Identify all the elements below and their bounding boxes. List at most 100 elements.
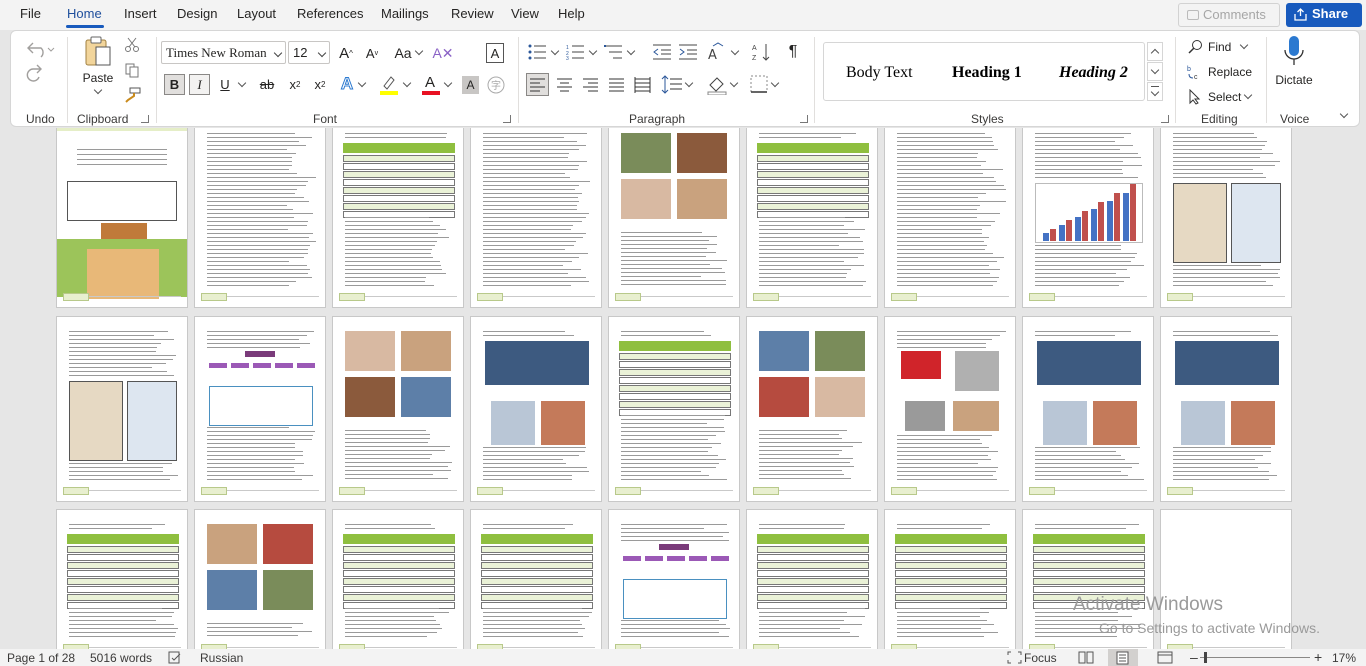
chevron-down-icon[interactable] xyxy=(443,78,453,88)
style-heading-1[interactable]: Heading 1 xyxy=(952,64,1022,82)
zoom-slider-thumb[interactable] xyxy=(1204,652,1208,663)
font-size-box[interactable]: 12 xyxy=(288,41,330,64)
word-count[interactable]: 5016 words xyxy=(90,651,152,665)
page-thumbnail[interactable] xyxy=(56,316,188,502)
redo-icon[interactable] xyxy=(25,63,45,83)
menu-references[interactable]: References xyxy=(297,6,363,21)
document-pages-view[interactable] xyxy=(0,128,1366,649)
font-launcher-icon[interactable] xyxy=(503,115,511,123)
show-formatting-marks-icon[interactable]: ¶ xyxy=(784,42,802,62)
zoom-in-button[interactable]: + xyxy=(1314,649,1322,665)
underline-button[interactable]: U xyxy=(216,74,234,95)
page-thumbnail[interactable] xyxy=(56,509,188,649)
decrease-indent-icon[interactable] xyxy=(653,44,671,60)
font-color-icon[interactable]: A xyxy=(422,74,440,96)
styles-scroll-down-button[interactable] xyxy=(1147,62,1163,81)
align-left-button[interactable] xyxy=(526,73,549,96)
paragraph-launcher-icon[interactable] xyxy=(800,115,808,123)
page-thumbnail[interactable] xyxy=(884,316,1016,502)
web-layout-icon[interactable] xyxy=(1157,651,1173,664)
shrink-font-icon[interactable]: Av xyxy=(362,43,382,63)
comments-button[interactable]: Comments xyxy=(1178,3,1280,27)
proofing-icon[interactable] xyxy=(168,651,182,664)
page-thumbnail[interactable] xyxy=(608,128,740,308)
text-effects-box-icon[interactable]: A xyxy=(486,43,504,63)
superscript-button[interactable]: x2 xyxy=(311,74,329,95)
styles-more-button[interactable] xyxy=(1147,82,1163,101)
borders-icon[interactable] xyxy=(749,74,769,94)
language-indicator[interactable]: Russian xyxy=(200,651,243,665)
zoom-level[interactable]: 17% xyxy=(1332,651,1356,665)
chevron-down-icon[interactable] xyxy=(357,78,367,88)
line-spacing-icon[interactable] xyxy=(661,74,683,95)
chevron-down-icon[interactable] xyxy=(770,78,780,88)
page-thumbnail[interactable] xyxy=(470,509,602,649)
page-thumbnail[interactable] xyxy=(1160,316,1292,502)
replace-button[interactable]: bc Replace xyxy=(1187,62,1277,82)
collapse-ribbon-icon[interactable] xyxy=(1339,109,1349,119)
text-direction-icon[interactable]: A xyxy=(707,42,729,62)
page-thumbnail[interactable] xyxy=(332,128,464,308)
zoom-out-button[interactable]: – xyxy=(1190,649,1198,665)
page-thumbnail[interactable] xyxy=(746,316,878,502)
chevron-down-icon[interactable] xyxy=(237,78,247,88)
page-thumbnail[interactable] xyxy=(1022,128,1154,308)
page-thumbnail[interactable] xyxy=(608,316,740,502)
chevron-down-icon[interactable] xyxy=(729,78,739,88)
styles-scroll-up-button[interactable] xyxy=(1147,42,1163,61)
chevron-down-icon[interactable] xyxy=(626,46,636,56)
select-button[interactable]: Select xyxy=(1187,87,1267,107)
page-thumbnail[interactable] xyxy=(56,128,188,308)
page-thumbnail[interactable] xyxy=(746,509,878,649)
justify-icon[interactable] xyxy=(606,74,627,95)
read-mode-icon[interactable] xyxy=(1078,651,1094,664)
numbering-icon[interactable]: 123 xyxy=(566,44,586,60)
chevron-down-icon[interactable] xyxy=(730,46,740,56)
page-indicator[interactable]: Page 1 of 28 xyxy=(7,651,75,665)
find-button[interactable]: Find xyxy=(1187,37,1253,57)
text-effects-icon[interactable]: A xyxy=(337,73,357,95)
clear-formatting-icon[interactable]: A✕ xyxy=(432,43,453,63)
font-name-box[interactable]: Times New Roman xyxy=(161,41,286,64)
highlight-icon[interactable] xyxy=(379,74,399,96)
strikethrough-button[interactable]: ab xyxy=(257,74,277,95)
page-thumbnail[interactable] xyxy=(884,509,1016,649)
bold-button[interactable]: B xyxy=(164,74,185,95)
sort-icon[interactable]: AZ xyxy=(752,42,772,62)
menu-insert[interactable]: Insert xyxy=(124,6,157,21)
chevron-down-icon[interactable] xyxy=(588,46,598,56)
focus-mode-button[interactable]: Focus xyxy=(1024,651,1057,665)
chevron-down-icon[interactable] xyxy=(550,46,560,56)
menu-design[interactable]: Design xyxy=(177,6,217,21)
page-thumbnail[interactable] xyxy=(194,128,326,308)
paste-button[interactable]: Paste xyxy=(79,35,117,101)
zoom-slider[interactable] xyxy=(1200,657,1310,658)
shading-icon[interactable] xyxy=(706,74,728,95)
menu-help[interactable]: Help xyxy=(558,6,585,21)
menu-layout[interactable]: Layout xyxy=(237,6,276,21)
format-painter-icon[interactable] xyxy=(124,87,142,103)
copy-icon[interactable] xyxy=(124,62,140,78)
page-thumbnail[interactable] xyxy=(194,509,326,649)
increase-indent-icon[interactable] xyxy=(679,44,697,60)
distributed-icon[interactable] xyxy=(632,74,653,95)
page-thumbnail[interactable] xyxy=(332,316,464,502)
clipboard-launcher-icon[interactable] xyxy=(141,115,149,123)
menu-view[interactable]: View xyxy=(511,6,539,21)
page-thumbnail[interactable] xyxy=(884,128,1016,308)
align-center-icon[interactable] xyxy=(554,74,575,95)
style-body-text[interactable]: Body Text xyxy=(846,64,913,82)
undo-icon[interactable] xyxy=(25,39,55,59)
menu-file[interactable]: File xyxy=(20,6,41,21)
character-shading-icon[interactable]: A xyxy=(462,76,479,94)
page-thumbnail[interactable] xyxy=(746,128,878,308)
share-button[interactable]: Share xyxy=(1286,3,1362,27)
print-layout-button[interactable] xyxy=(1108,649,1138,666)
multilevel-list-icon[interactable] xyxy=(604,44,624,60)
page-thumbnail[interactable] xyxy=(194,316,326,502)
menu-review[interactable]: Review xyxy=(451,6,494,21)
chevron-down-icon[interactable] xyxy=(402,78,412,88)
align-right-icon[interactable] xyxy=(580,74,601,95)
page-thumbnail[interactable] xyxy=(1022,316,1154,502)
styles-launcher-icon[interactable] xyxy=(1161,115,1169,123)
